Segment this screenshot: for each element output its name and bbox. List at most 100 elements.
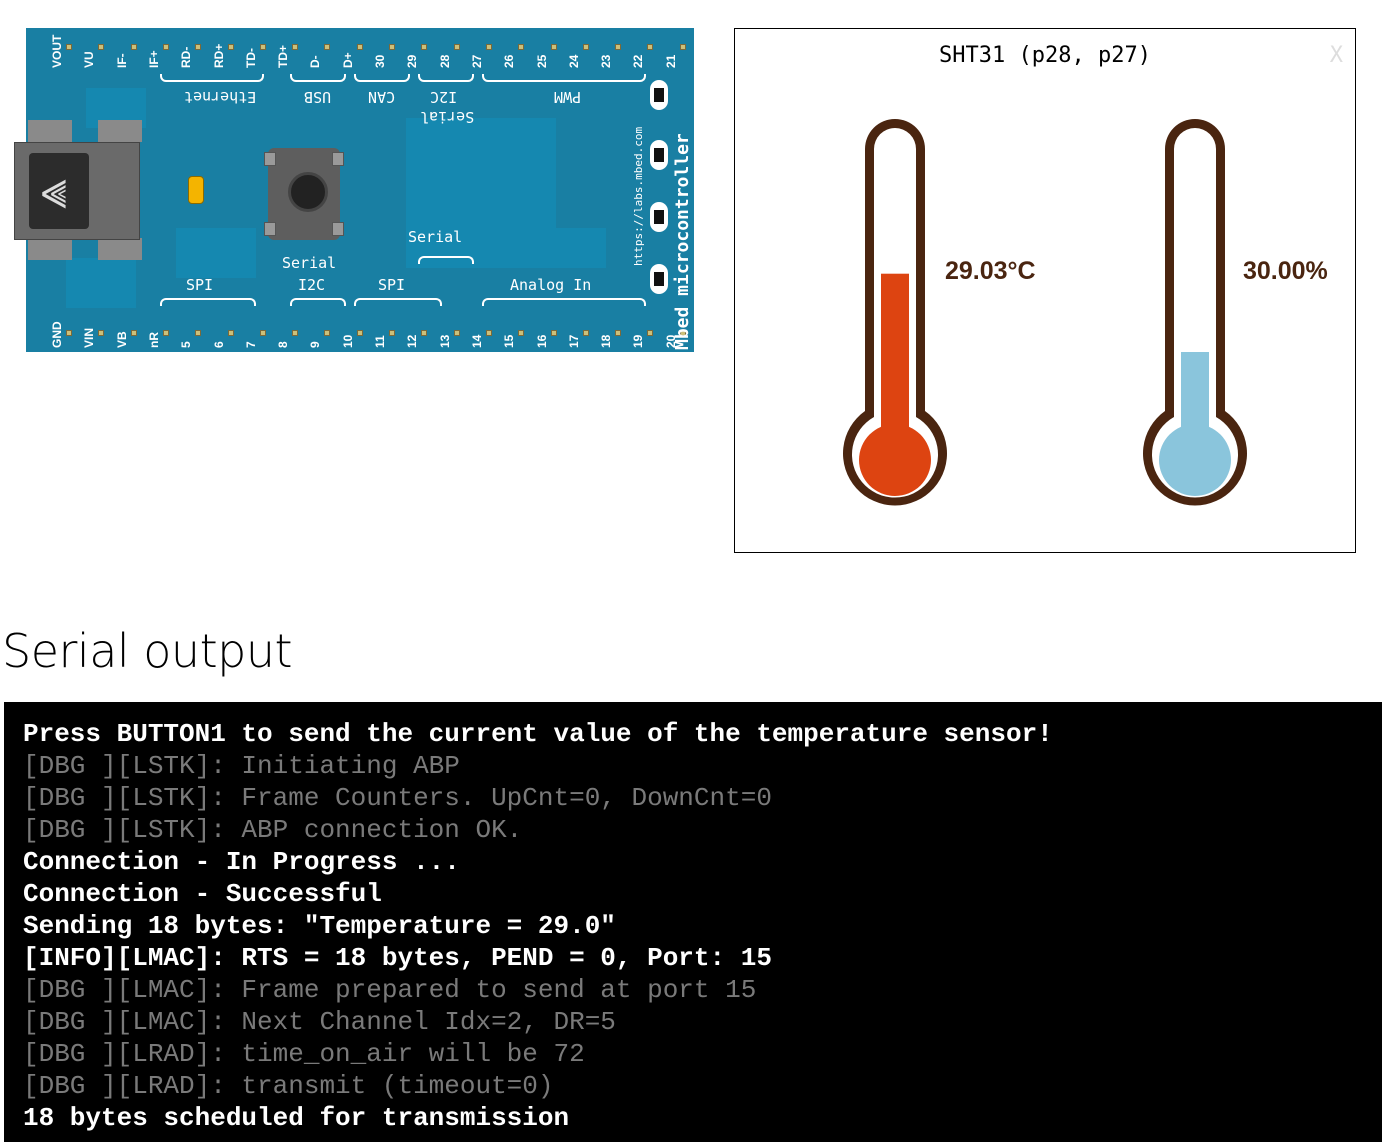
bottom-pin-label: 14: [469, 334, 484, 348]
humidity-level: [1181, 352, 1209, 439]
temperature-thermometer: [843, 119, 947, 506]
pin-pad: [615, 330, 622, 336]
serial-line: Press BUTTON1 to send the current value …: [23, 719, 1053, 749]
top-pin-label: TD-: [243, 48, 258, 68]
jumper: [650, 202, 668, 232]
can-bracket: [354, 74, 410, 82]
pin-pad: [162, 330, 169, 336]
pin-pad: [356, 330, 363, 336]
group-label-analog-in: Analog In: [510, 276, 592, 294]
jumper: [650, 264, 668, 294]
serial-line: [DBG ][LRAD]: transmit (timeout=0): [23, 1071, 554, 1101]
pin-pad: [518, 44, 525, 50]
pin-pad: [98, 330, 105, 336]
top-pin-label: 24: [566, 54, 581, 68]
serial-line: [DBG ][LSTK]: ABP connection OK.: [23, 815, 523, 845]
reset-button[interactable]: [264, 148, 344, 240]
jumper: [650, 80, 668, 110]
pin-pad: [582, 330, 589, 336]
usb-port: ⫷: [29, 153, 89, 229]
pin-pad: [162, 44, 169, 50]
top-pin-label: 28: [437, 54, 452, 68]
pin-pad: [66, 44, 72, 50]
pin-pad: [292, 330, 299, 336]
pin-pad: [259, 330, 266, 336]
i2c-bracket: [418, 74, 474, 82]
pin-pad: [227, 330, 234, 336]
button-cap: [288, 172, 328, 212]
top-pin-label: RD+: [211, 43, 226, 68]
usb-tab: [98, 238, 142, 260]
pin-pad: [453, 44, 460, 50]
top-pin-label: 22: [631, 54, 646, 68]
pin-pad: [421, 330, 428, 336]
pin-pad: [550, 44, 557, 50]
pin-pad: [66, 330, 72, 336]
analog-in-bracket: [482, 298, 646, 306]
group-label-can: CAN: [368, 88, 396, 106]
temperature-reading: 29.03°C: [945, 257, 1036, 285]
bottom-pin-label: VIN: [82, 327, 97, 348]
pwm-bracket: [482, 74, 646, 82]
pin-pad: [647, 44, 654, 50]
group-label-usb: USB: [304, 88, 332, 106]
status-led: [188, 176, 204, 204]
top-pin-label: 25: [534, 54, 549, 68]
humidity-thermometer: [1143, 119, 1247, 506]
pin-pad: [195, 330, 202, 336]
bottom-pin-label: 17: [566, 334, 581, 348]
bottom-pin-label: VB: [114, 331, 129, 348]
pin-pad: [421, 44, 428, 50]
bottom-pin-label: 13: [437, 334, 452, 348]
pin-pad: [679, 44, 686, 50]
bottom-pin-label: 10: [340, 334, 355, 348]
usb-connector: ⫷: [14, 142, 140, 240]
group-label-serial-right: Serial: [408, 228, 463, 246]
top-pin-label: D-: [308, 55, 323, 68]
top-pin-label: D+: [340, 52, 355, 68]
top-pin-label: IF-: [114, 53, 129, 68]
board-brand: Mbed microcontroller: [672, 133, 693, 350]
top-pin-label: 30: [373, 54, 387, 68]
bottom-pin-label: 15: [502, 334, 517, 348]
pin-pad: [485, 330, 492, 336]
group-label-spi-right: SPI: [378, 276, 406, 294]
spi-left-bracket: [160, 298, 256, 306]
top-pin-label: 23: [599, 54, 614, 68]
i2c-bottom-bracket: [290, 298, 346, 306]
pin-pad: [389, 44, 395, 50]
pin-pad: [259, 44, 266, 50]
top-pin-label: TD+: [276, 44, 291, 68]
serial-line: Connection - Successful: [23, 879, 382, 909]
bottom-pin-label: 16: [534, 334, 549, 348]
bottom-pin-label: 8: [276, 341, 291, 348]
pin-pad: [324, 44, 331, 50]
serial-line: [DBG ][LMAC]: Frame prepared to send at …: [23, 975, 757, 1005]
bottom-pin-label: 6: [211, 341, 226, 348]
serial-line: [DBG ][LMAC]: Next Channel Idx=2, DR=5: [23, 1007, 616, 1037]
pin-pad: [130, 330, 137, 336]
top-pin-label: IF+: [146, 50, 161, 68]
serial-lines: Press BUTTON1 to send the current value …: [23, 718, 1053, 1134]
serial-line: [INFO][LMAC]: RTS = 18 bytes, PEND = 0, …: [23, 943, 772, 973]
ethernet-bracket: [160, 74, 264, 82]
thermometers: [843, 119, 1247, 506]
group-label-serial-bottom: Serial: [282, 254, 337, 272]
serial-right-bracket: [418, 256, 474, 264]
top-pin-label: VOUT: [50, 34, 64, 68]
group-label-spi-left: SPI: [186, 276, 214, 294]
pin-pad: [130, 44, 137, 50]
serial-console[interactable]: Press BUTTON1 to send the current value …: [4, 702, 1382, 1142]
pin-pad: [453, 330, 460, 336]
pin-pad: [389, 330, 395, 336]
pin-pad: [550, 330, 557, 336]
usb-tab: [28, 238, 72, 260]
pin-pad: [195, 44, 202, 50]
bottom-pin-label: 11: [373, 335, 387, 348]
pin-pad: [647, 330, 654, 336]
bottom-pin-label: GND: [50, 321, 64, 348]
humidity-reading: 30.00%: [1243, 257, 1328, 285]
usb-tab: [98, 120, 142, 142]
pin-pad: [518, 330, 525, 336]
board-url: https://labs.mbed.com: [632, 126, 645, 266]
